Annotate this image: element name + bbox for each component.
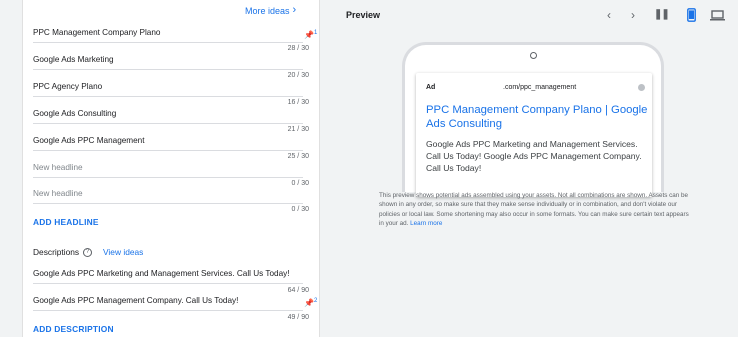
character-count: 49 / 90 xyxy=(287,314,309,321)
character-count: 21 / 30 xyxy=(287,126,309,133)
headline-field-6[interactable]: New headline 0 / 30 xyxy=(33,163,309,187)
headline-text: PPC Agency Plano xyxy=(33,82,103,91)
phone-frame: Ad .com/ppc_management PPC Management Co… xyxy=(402,42,664,197)
previous-preview-button[interactable]: ‹ xyxy=(607,7,611,23)
description-text: Google Ads PPC Management Company. Call … xyxy=(33,296,239,305)
headline-field-4[interactable]: Google Ads Consulting 21 / 30 xyxy=(33,109,309,133)
pin-position: 2 xyxy=(313,298,318,304)
field-underline xyxy=(33,96,303,97)
field-underline xyxy=(33,203,303,204)
pin-icon: 📌 xyxy=(304,298,314,308)
ad-badge: Ad xyxy=(426,84,436,91)
description-pin-button[interactable]: 📌2 xyxy=(304,298,317,308)
more-ideas-link[interactable]: More ideas › xyxy=(245,5,296,16)
pin-icon: 📌 xyxy=(304,30,314,40)
field-underline xyxy=(33,310,303,311)
camera-icon xyxy=(530,52,537,59)
field-underline xyxy=(33,42,303,43)
description-field-1[interactable]: Google Ads PPC Marketing and Management … xyxy=(33,269,309,294)
character-count: 0 / 30 xyxy=(291,180,309,187)
add-description-button[interactable]: ADD DESCRIPTION xyxy=(33,324,114,334)
description-text: Google Ads PPC Marketing and Management … xyxy=(33,269,290,278)
pin-position: 1 xyxy=(313,30,318,36)
more-ideas-label: More ideas xyxy=(245,5,290,16)
headline-text: Google Ads Marketing xyxy=(33,55,114,64)
headline-field-5[interactable]: Google Ads PPC Management 25 / 30 xyxy=(33,136,309,160)
character-count: 64 / 90 xyxy=(287,287,309,294)
asset-editor-panel: More ideas › PPC Management Company Plan… xyxy=(22,0,320,337)
ad-headline: PPC Management Company Plano | Google Ad… xyxy=(426,104,648,130)
ad-description: Google Ads PPC Marketing and Management … xyxy=(426,139,642,173)
field-underline xyxy=(33,123,303,124)
headline-placeholder: New headline xyxy=(33,189,83,198)
preview-title: Preview xyxy=(346,10,381,20)
pause-button[interactable]: ❚❚ xyxy=(654,7,670,23)
character-count: 16 / 30 xyxy=(287,99,309,106)
ad-preview-card: Ad .com/ppc_management PPC Management Co… xyxy=(416,73,652,197)
pause-icon: ❚❚ xyxy=(654,9,670,20)
next-preview-button[interactable]: › xyxy=(631,7,635,23)
preview-panel: Preview ‹ › ❚❚ Ad .com/ppc_management PP… xyxy=(332,0,738,337)
character-count: 20 / 30 xyxy=(287,72,309,79)
preview-disclaimer: This preview shows potential ads assembl… xyxy=(379,191,691,228)
description-field-2[interactable]: Google Ads PPC Management Company. Call … xyxy=(33,296,309,321)
headline-text: Google Ads Consulting xyxy=(33,109,117,118)
headline-pin-button[interactable]: 📌1 xyxy=(304,30,317,40)
smartphone-icon xyxy=(687,8,696,22)
headline-field-7[interactable]: New headline 0 / 30 xyxy=(33,189,309,213)
field-underline xyxy=(33,283,303,284)
laptop-icon xyxy=(710,10,725,21)
field-underline xyxy=(33,150,303,151)
chevron-left-icon: ‹ xyxy=(607,8,611,22)
descriptions-heading: Descriptions ? xyxy=(33,247,93,257)
field-underline xyxy=(33,177,303,178)
learn-more-link[interactable]: Learn more xyxy=(410,220,442,227)
view-ideas-link[interactable]: View ideas xyxy=(103,247,143,257)
headline-text: PPC Management Company Plano xyxy=(33,28,161,37)
desktop-view-button[interactable] xyxy=(710,9,725,25)
descriptions-label: Descriptions xyxy=(33,247,80,257)
field-underline xyxy=(33,69,303,70)
add-headline-button[interactable]: ADD HEADLINE xyxy=(33,217,99,227)
chevron-right-icon: › xyxy=(631,8,635,22)
headline-field-3[interactable]: PPC Agency Plano 16 / 30 xyxy=(33,82,309,106)
headline-field-2[interactable]: Google Ads Marketing 20 / 30 xyxy=(33,55,309,79)
mobile-view-button[interactable] xyxy=(687,8,696,26)
display-url: .com/ppc_management xyxy=(503,84,577,91)
headline-text: Google Ads PPC Management xyxy=(33,136,145,145)
character-count: 0 / 30 xyxy=(291,206,309,213)
character-count: 28 / 30 xyxy=(287,45,309,52)
chevron-right-icon: › xyxy=(292,4,297,16)
help-icon[interactable]: ? xyxy=(83,247,93,257)
headline-field-1[interactable]: PPC Management Company Plano 28 / 30 xyxy=(33,28,309,52)
headline-placeholder: New headline xyxy=(33,163,83,172)
character-count: 25 / 30 xyxy=(287,153,309,160)
info-icon xyxy=(638,84,645,91)
